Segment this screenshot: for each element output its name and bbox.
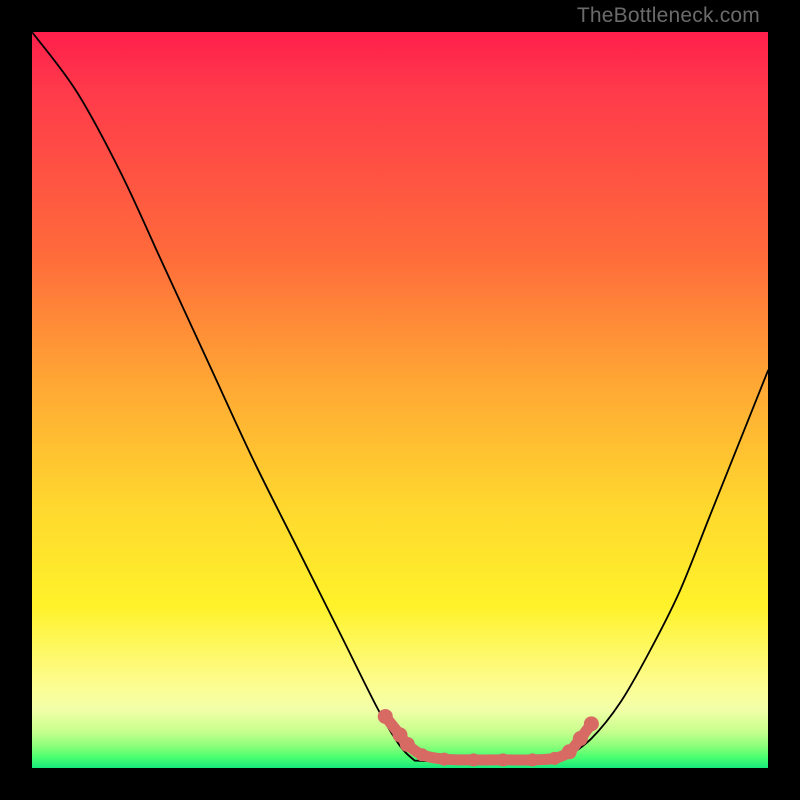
- chart-svg: [32, 32, 768, 768]
- chart-frame: [32, 32, 768, 768]
- bottleneck-marker-dot: [378, 709, 393, 724]
- bottleneck-marker-dot: [438, 753, 451, 766]
- plot-area: [32, 32, 768, 768]
- bottleneck-marker-dot: [400, 737, 415, 752]
- bottleneck-marker-dot: [548, 752, 561, 765]
- bottleneck-marker-dot: [526, 753, 539, 766]
- curve-right: [562, 371, 768, 761]
- bottleneck-marker-dot: [584, 716, 599, 731]
- curve-left: [32, 32, 415, 761]
- bottleneck-marker-dot: [562, 744, 577, 759]
- watermark-text: TheBottleneck.com: [577, 4, 760, 28]
- bottleneck-marker-dot: [467, 753, 480, 766]
- bottleneck-marker-dot: [416, 748, 429, 761]
- bottleneck-marker-dot: [573, 731, 588, 746]
- bottleneck-marker-dot: [497, 753, 510, 766]
